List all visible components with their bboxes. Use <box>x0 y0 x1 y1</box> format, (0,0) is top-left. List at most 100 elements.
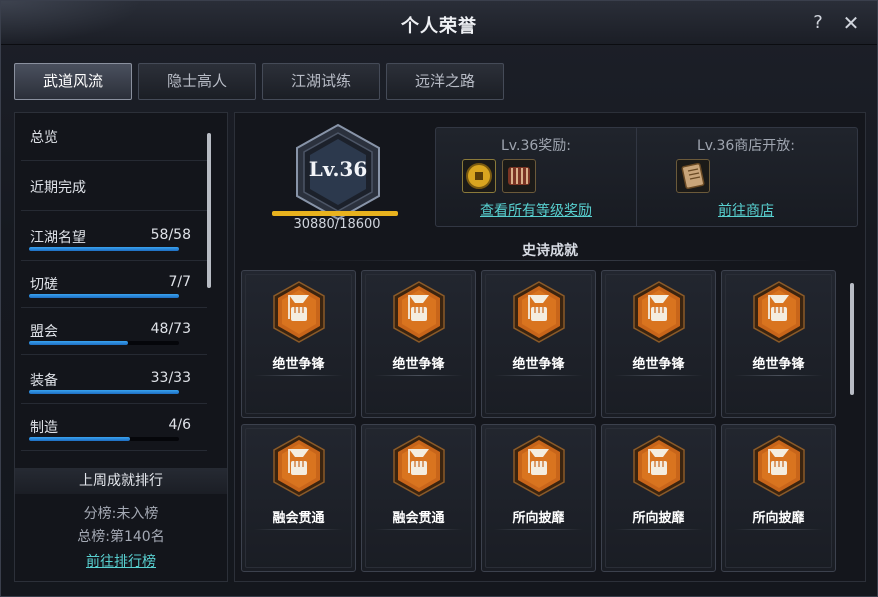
card-divider <box>254 375 343 376</box>
progress-fill <box>29 341 128 345</box>
book-icon[interactable] <box>676 159 710 193</box>
achievement-label: 所向披靡 <box>512 511 565 526</box>
achievement-grid: 绝世争锋 绝世争锋 绝世争锋 绝世争锋 绝世争锋 融会贯通 融会贯通 所向披靡 … <box>241 270 841 573</box>
sidebar-scrollbar[interactable] <box>207 133 211 288</box>
achievement-card[interactable]: 所向披靡 <box>601 424 716 572</box>
sidebar-item-label: 切磋 <box>30 277 58 293</box>
sidebar-item-count: 48/73 <box>150 321 191 337</box>
progress-fill <box>29 437 130 441</box>
progress-fill <box>29 390 179 394</box>
total-rank-text: 总榜:第140名 <box>77 529 165 545</box>
flag-fist-icon <box>633 281 685 343</box>
achievement-label: 绝世争锋 <box>272 357 325 372</box>
gold-coin-icon <box>466 163 492 189</box>
flag-fist-icon <box>633 435 685 497</box>
sidebar-item-label: 江湖名望 <box>30 230 86 246</box>
progress-bar <box>29 294 179 298</box>
achievement-card[interactable]: 所向披靡 <box>481 424 596 572</box>
achievement-panel: Lv.36 30880/18600 Lv.36奖励: 查看所有等级奖励 Lv.3… <box>234 112 866 582</box>
progress-fill <box>29 294 179 298</box>
ranking-title: 上周成就排行 <box>15 468 227 494</box>
progress-bar <box>29 390 179 394</box>
reward-divider <box>636 128 637 226</box>
flag-fist-icon <box>513 281 565 343</box>
xp-fill <box>272 211 398 216</box>
achievement-label: 所向披靡 <box>632 511 685 526</box>
achievement-scrollbar[interactable] <box>850 283 854 395</box>
category-list: 总览 近期完成 江湖名望 58/58 切磋 7/7 盟会 48/73 装备 33… <box>15 113 215 458</box>
card-divider <box>374 529 463 530</box>
sidebar-item-label: 近期完成 <box>30 180 86 196</box>
achievement-card[interactable]: 融会贯通 <box>361 424 476 572</box>
flag-fist-icon <box>393 435 445 497</box>
title-bar[interactable]: 个人荣誉 ? ✕ <box>1 1 877 45</box>
achievement-card[interactable]: 绝世争锋 <box>241 270 356 418</box>
book-icon <box>681 162 705 190</box>
go-to-shop-link[interactable]: 前往商店 <box>646 200 846 220</box>
achievement-label: 绝世争锋 <box>752 357 805 372</box>
progress-bar <box>29 341 179 345</box>
reward-box: Lv.36奖励: 查看所有等级奖励 Lv.36商店开放: 前往商店 <box>435 127 858 227</box>
sidebar-item-label: 装备 <box>30 373 58 389</box>
category-sidebar: 总览 近期完成 江湖名望 58/58 切磋 7/7 盟会 48/73 装备 33… <box>14 112 228 582</box>
achievement-card[interactable]: 绝世争锋 <box>601 270 716 418</box>
help-button[interactable]: ? <box>807 11 829 35</box>
sidebar-item-label: 制造 <box>30 420 58 436</box>
flag-fist-icon <box>753 281 805 343</box>
card-divider <box>254 529 343 530</box>
flag-fist-icon <box>273 435 325 497</box>
view-all-rewards-link[interactable]: 查看所有等级奖励 <box>436 200 636 220</box>
progress-fill <box>29 247 179 251</box>
achievement-label: 绝世争锋 <box>512 357 565 372</box>
achievement-card[interactable]: 融会贯通 <box>241 424 356 572</box>
flag-fist-icon <box>393 281 445 343</box>
card-divider <box>494 375 583 376</box>
sidebar-item-count: 4/6 <box>168 417 191 433</box>
tab-jianghu[interactable]: 江湖试练 <box>262 63 380 100</box>
card-divider <box>614 375 703 376</box>
achievement-label: 融会贯通 <box>272 511 325 526</box>
flag-fist-icon <box>753 435 805 497</box>
sidebar-item-crafting[interactable]: 制造 4/6 <box>21 403 207 451</box>
sidebar-item-label: 总览 <box>30 130 58 146</box>
progress-bar <box>29 247 179 251</box>
window-title: 个人荣誉 <box>401 16 477 37</box>
sidebar-item-count: 33/33 <box>150 370 191 386</box>
sub-rank-text: 分榜:未入榜 <box>83 506 159 522</box>
achievement-label: 绝世争锋 <box>632 357 685 372</box>
achievement-label: 绝世争锋 <box>392 357 445 372</box>
tab-wudao[interactable]: 武道风流 <box>14 63 132 100</box>
card-divider <box>374 375 463 376</box>
achievement-card[interactable]: 所向披靡 <box>721 424 836 572</box>
xp-text: 30880/18600 <box>293 217 381 232</box>
achievement-label: 融会贯通 <box>392 511 445 526</box>
tab-yuanyang[interactable]: 远洋之路 <box>386 63 504 100</box>
achievement-card[interactable]: 绝世争锋 <box>361 270 476 418</box>
flag-fist-icon <box>513 435 565 497</box>
xp-bar <box>272 211 398 216</box>
honor-window: 个人荣誉 ? ✕ 武道风流 隐士高人 江湖试练 远洋之路 总览 近期完成 江湖名… <box>0 0 878 597</box>
scroll-bundle-icon <box>508 167 530 185</box>
level-reward-title: Lv.36奖励: <box>501 138 571 154</box>
sidebar-item-guild[interactable]: 盟会 48/73 <box>21 307 207 355</box>
card-divider <box>734 375 823 376</box>
sidebar-item-overview[interactable]: 总览 <box>21 113 207 161</box>
achievement-label: 所向披靡 <box>752 511 805 526</box>
epic-achievements-header: 史诗成就 <box>522 243 578 259</box>
close-button[interactable]: ✕ <box>840 11 862 35</box>
level-label: Lv.36 <box>308 157 368 181</box>
scroll-bundle-icon[interactable] <box>502 159 536 193</box>
flag-fist-icon <box>273 281 325 343</box>
epic-divider <box>295 260 815 261</box>
sidebar-item-label: 盟会 <box>30 324 58 340</box>
gold-coin-icon[interactable] <box>462 159 496 193</box>
sidebar-item-reputation[interactable]: 江湖名望 58/58 <box>21 213 207 261</box>
sidebar-item-duel[interactable]: 切磋 7/7 <box>21 260 207 308</box>
sidebar-item-equipment[interactable]: 装备 33/33 <box>21 356 207 404</box>
tab-yinshi[interactable]: 隐士高人 <box>138 63 256 100</box>
sidebar-item-recent[interactable]: 近期完成 <box>21 163 207 211</box>
achievement-card[interactable]: 绝世争锋 <box>481 270 596 418</box>
ranking-link[interactable]: 前往排行榜 <box>15 551 227 571</box>
achievement-card[interactable]: 绝世争锋 <box>721 270 836 418</box>
card-divider <box>494 529 583 530</box>
